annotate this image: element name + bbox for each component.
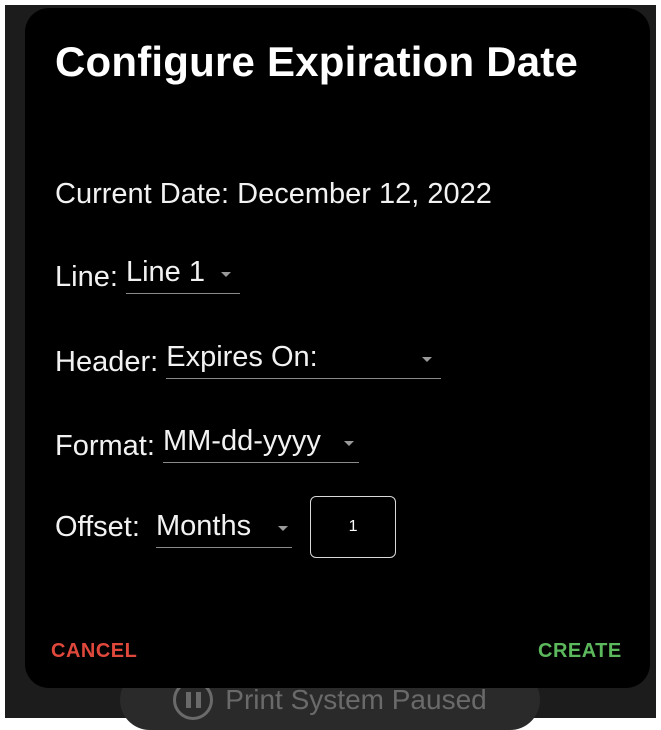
offset-amount-value: 1	[348, 518, 358, 535]
header-dropdown-caret-icon	[422, 357, 433, 362]
print-status-text: Print System Paused	[225, 684, 487, 715]
line-row: Line: Line 1	[55, 256, 240, 294]
format-row: Format: MM-dd-yyyy	[55, 425, 359, 463]
format-label: Format:	[55, 430, 163, 462]
cancel-button[interactable]: CANCEL	[51, 640, 137, 663]
offset-label: Offset:	[55, 511, 157, 543]
line-select-value: Line 1	[125, 256, 205, 288]
dialog-title: Configure Expiration Date	[55, 38, 579, 85]
current-date-text: Current Date: December 12, 2022	[55, 178, 492, 210]
header-select-value: Expires On:	[166, 341, 318, 373]
line-select[interactable]: Line 1	[125, 256, 240, 294]
offset-unit-value: Months	[156, 510, 252, 542]
expiration-date-dialog: Configure Expiration Date Current Date: …	[25, 8, 650, 688]
current-date-row: Current Date: December 12, 2022	[55, 178, 492, 211]
offset-dropdown-caret-icon	[278, 526, 289, 531]
offset-row: Offset: Months 1	[55, 496, 397, 558]
line-dropdown-caret-icon	[220, 272, 231, 277]
line-label: Line:	[55, 261, 126, 293]
format-dropdown-caret-icon	[343, 441, 354, 446]
header-select[interactable]: Expires On:	[166, 341, 442, 379]
format-select[interactable]: MM-dd-yyyy	[162, 425, 359, 463]
offset-unit-select[interactable]: Months	[156, 510, 293, 548]
header-row: Header: Expires On:	[55, 341, 442, 379]
offset-amount-input[interactable]: 1	[310, 496, 397, 558]
create-button[interactable]: CREATE	[538, 640, 622, 663]
format-select-value: MM-dd-yyyy	[162, 425, 321, 457]
header-label: Header:	[55, 346, 167, 378]
